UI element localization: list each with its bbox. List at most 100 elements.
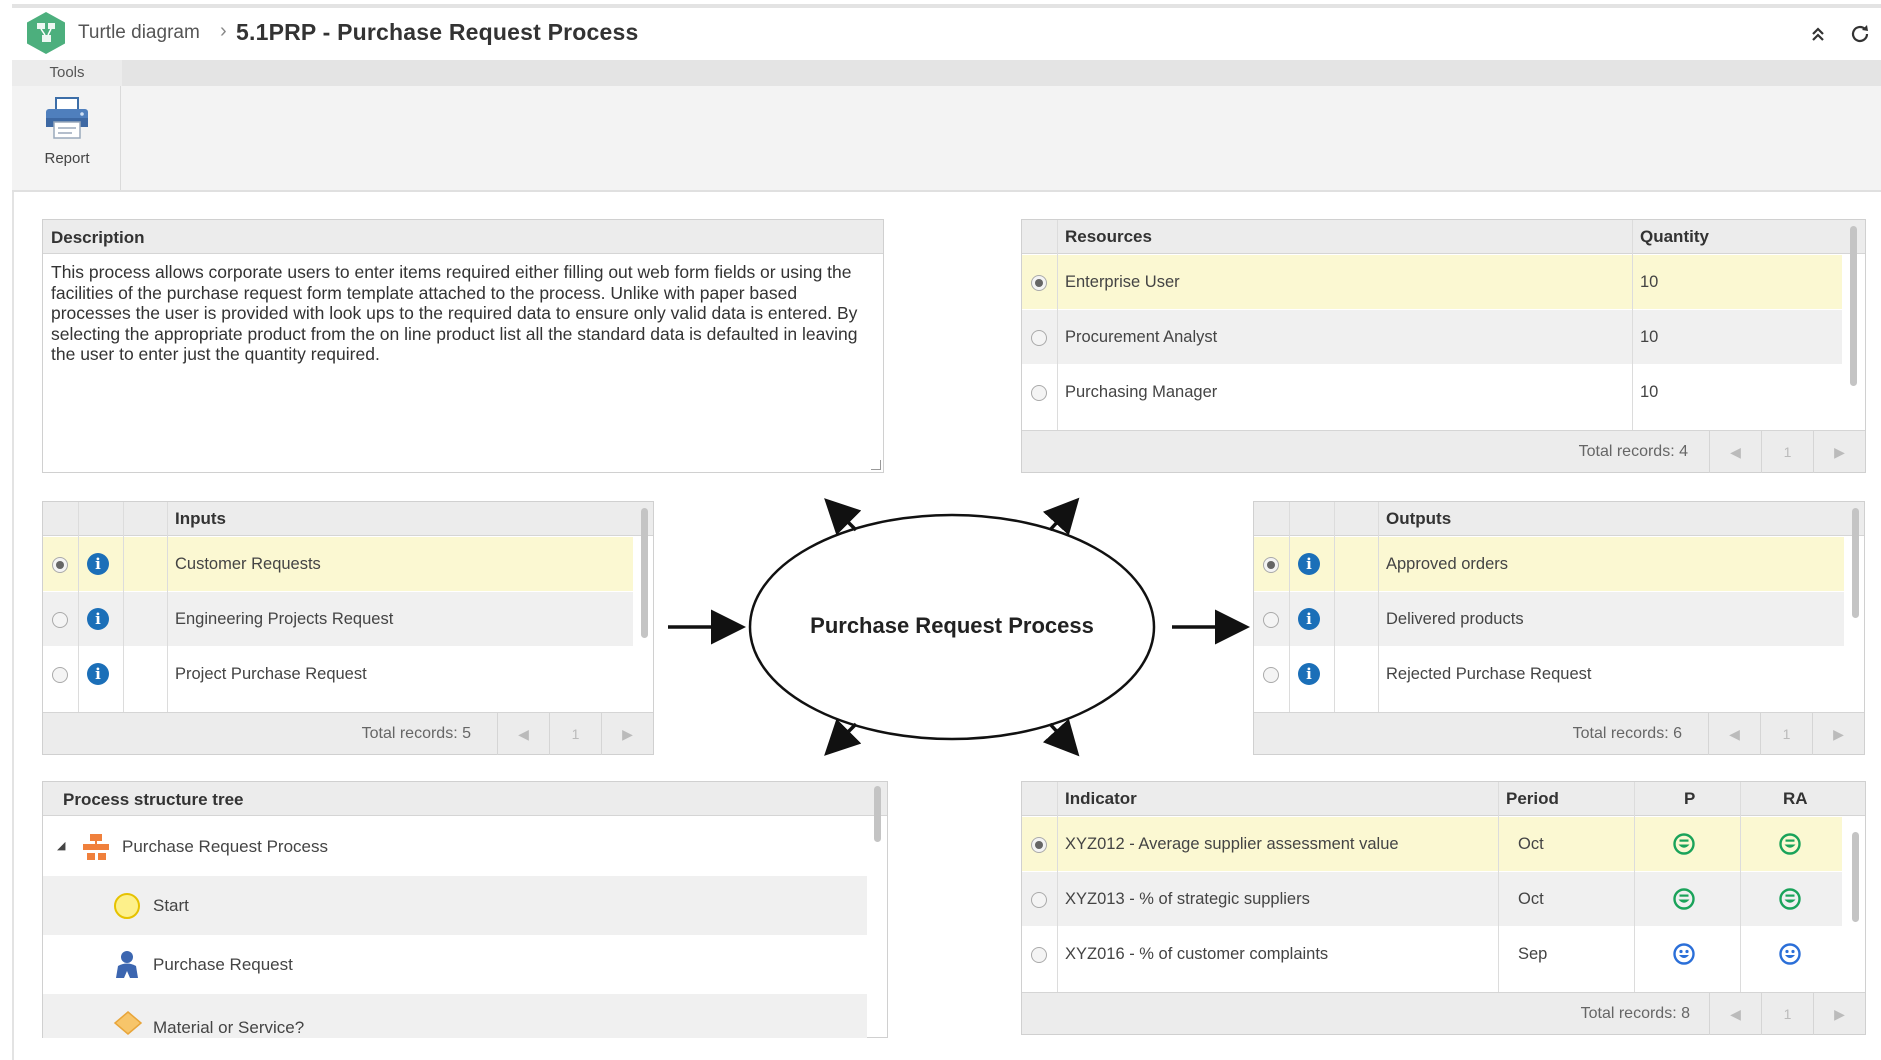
- prev-page-button[interactable]: ◀: [1709, 431, 1761, 473]
- table-row[interactable]: Purchasing Manager 10: [1022, 365, 1842, 420]
- start-event-icon: [114, 893, 140, 919]
- row-radio[interactable]: [1263, 612, 1279, 628]
- tree-node[interactable]: Purchase Request: [43, 935, 867, 994]
- info-icon[interactable]: i: [87, 608, 109, 630]
- resource-quantity: 10: [1640, 383, 1659, 401]
- row-radio[interactable]: [1263, 667, 1279, 683]
- scrollbar[interactable]: [1852, 832, 1859, 922]
- scrollbar[interactable]: [874, 786, 881, 842]
- tree-item-label: Start: [153, 896, 189, 915]
- scrollbar[interactable]: [1852, 508, 1859, 618]
- tree-node[interactable]: ◢ Purchase Request Process: [43, 817, 867, 876]
- happy-face-icon: [1779, 888, 1801, 910]
- row-radio[interactable]: [1263, 557, 1279, 573]
- process-name[interactable]: Purchase Request Process: [750, 613, 1154, 639]
- description-header: Description: [43, 220, 883, 254]
- col-p[interactable]: P: [1684, 782, 1695, 816]
- process-icon: [83, 834, 109, 860]
- row-radio[interactable]: [1031, 892, 1047, 908]
- double-chevron-up-icon: [1812, 27, 1824, 41]
- refresh-icon: [1851, 25, 1869, 43]
- report-button[interactable]: Report: [32, 94, 102, 174]
- tree-node[interactable]: Start: [43, 876, 867, 935]
- table-row[interactable]: Procurement Analyst 10: [1022, 310, 1842, 365]
- next-page-button[interactable]: ▶: [601, 713, 653, 755]
- prev-page-button[interactable]: ◀: [497, 713, 549, 755]
- col-indicator[interactable]: Indicator: [1065, 782, 1137, 816]
- happy-face-icon: [1673, 833, 1695, 855]
- column-divider: [1378, 502, 1379, 713]
- indicators-footer: Total records: 8 ◀ 1 ▶: [1022, 992, 1865, 1035]
- col-ra[interactable]: RA: [1783, 782, 1808, 816]
- table-row[interactable]: Enterprise User 10: [1022, 255, 1842, 310]
- col-period[interactable]: Period: [1506, 782, 1559, 816]
- table-row[interactable]: XYZ016 - % of customer complaints Sep: [1022, 927, 1842, 982]
- column-divider: [1057, 782, 1058, 993]
- column-divider: [167, 502, 168, 713]
- table-row[interactable]: XYZ012 - Average supplier assessment val…: [1022, 817, 1842, 872]
- table-row[interactable]: i Customer Requests: [43, 537, 633, 592]
- table-row[interactable]: i Approved orders: [1254, 537, 1844, 592]
- table-row[interactable]: i Rejected Purchase Request: [1254, 647, 1844, 702]
- row-radio[interactable]: [1031, 385, 1047, 401]
- col-inputs[interactable]: Inputs: [175, 502, 226, 536]
- inputs-footer: Total records: 5 ◀ 1 ▶: [43, 712, 653, 755]
- collapse-button[interactable]: [1804, 20, 1832, 48]
- smile-face-icon: [1779, 943, 1801, 965]
- table-row[interactable]: i Delivered products: [1254, 592, 1844, 647]
- tab-tools[interactable]: Tools: [12, 60, 122, 86]
- refresh-button[interactable]: [1846, 20, 1874, 48]
- table-row[interactable]: XYZ013 - % of strategic suppliers Oct: [1022, 872, 1842, 927]
- description-label: Description: [51, 228, 145, 247]
- column-divider: [1498, 782, 1499, 993]
- resource-quantity: 10: [1640, 273, 1659, 291]
- scrollbar[interactable]: [1850, 226, 1857, 386]
- info-icon[interactable]: i: [1298, 608, 1320, 630]
- output-name: Rejected Purchase Request: [1386, 665, 1592, 683]
- next-page-button[interactable]: ▶: [1813, 431, 1865, 473]
- col-quantity[interactable]: Quantity: [1640, 220, 1709, 254]
- prev-page-button[interactable]: ◀: [1709, 993, 1761, 1035]
- col-outputs[interactable]: Outputs: [1386, 502, 1451, 536]
- resources-arrow-right: [1042, 497, 1080, 536]
- next-page-button[interactable]: ▶: [1813, 993, 1865, 1035]
- col-resources[interactable]: Resources: [1065, 220, 1152, 254]
- page-number[interactable]: 1: [1760, 713, 1812, 755]
- toolbar-tabs: Tools: [12, 60, 1881, 86]
- resize-grip[interactable]: [871, 460, 881, 470]
- collapse-triangle-icon[interactable]: ◢: [57, 839, 65, 852]
- outputs-header: Outputs: [1254, 502, 1864, 536]
- info-icon[interactable]: i: [87, 663, 109, 685]
- row-radio[interactable]: [52, 557, 68, 573]
- info-icon[interactable]: i: [87, 553, 109, 575]
- info-icon[interactable]: i: [1298, 553, 1320, 575]
- row-radio[interactable]: [52, 612, 68, 628]
- total-records: Total records: 4: [1578, 443, 1688, 460]
- scrollbar[interactable]: [641, 508, 648, 638]
- row-radio[interactable]: [1031, 947, 1047, 963]
- row-radio[interactable]: [1031, 275, 1047, 291]
- table-row[interactable]: i Engineering Projects Request: [43, 592, 633, 647]
- row-radio[interactable]: [1031, 837, 1047, 853]
- resources-footer: Total records: 4 ◀ 1 ▶: [1022, 430, 1865, 473]
- next-page-button[interactable]: ▶: [1812, 713, 1864, 755]
- tree-node[interactable]: Material or Service?: [43, 994, 867, 1038]
- row-radio[interactable]: [1031, 330, 1047, 346]
- info-icon[interactable]: i: [1298, 663, 1320, 685]
- page-number[interactable]: 1: [1761, 993, 1813, 1035]
- row-radio[interactable]: [52, 667, 68, 683]
- total-records: Total records: 6: [1572, 725, 1682, 742]
- page-number[interactable]: 1: [1761, 431, 1813, 473]
- prev-page-button[interactable]: ◀: [1708, 713, 1760, 755]
- tree-label: Process structure tree: [63, 790, 244, 809]
- table-row[interactable]: i Project Purchase Request: [43, 647, 633, 702]
- indicator-period: Oct: [1518, 835, 1544, 853]
- user-task-icon: [116, 951, 138, 978]
- tree-item-label: Purchase Request Process: [122, 837, 328, 856]
- description-text[interactable]: This process allows corporate users to e…: [51, 262, 871, 365]
- resource-name: Enterprise User: [1065, 273, 1180, 291]
- input-name: Engineering Projects Request: [175, 610, 394, 628]
- page-number[interactable]: 1: [549, 713, 601, 755]
- breadcrumb-root[interactable]: Turtle diagram: [78, 22, 200, 44]
- tree-arrow: [824, 718, 862, 756]
